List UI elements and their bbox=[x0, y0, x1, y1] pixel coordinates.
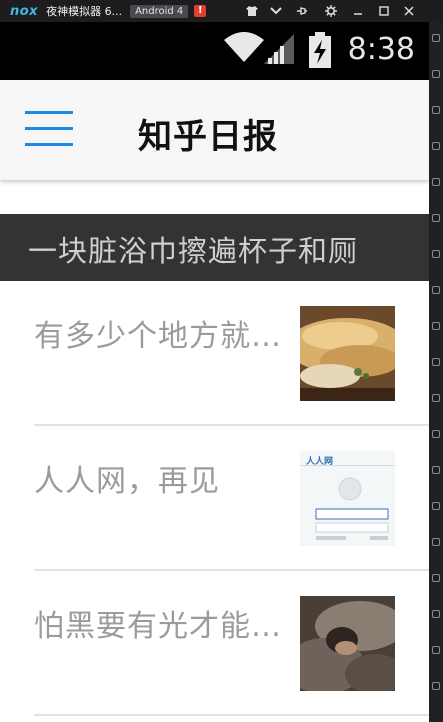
close-icon[interactable] bbox=[398, 0, 420, 22]
side-tool-icon[interactable] bbox=[432, 214, 440, 222]
story-item[interactable]: 有多少个地方就… bbox=[0, 281, 429, 426]
minimize-icon[interactable] bbox=[347, 0, 369, 22]
side-tool-icon[interactable] bbox=[432, 466, 440, 474]
hamburger-menu-icon[interactable] bbox=[25, 111, 75, 149]
side-tool-icon[interactable] bbox=[432, 358, 440, 366]
side-tool-icon[interactable] bbox=[432, 34, 440, 42]
story-thumbnail-renren: 人人网 bbox=[300, 451, 395, 546]
story-title: 人人网，再见 bbox=[34, 464, 220, 499]
side-tool-icon[interactable] bbox=[432, 502, 440, 510]
nox-logo: nox bbox=[10, 3, 39, 19]
android-version-badge: Android 4 bbox=[130, 4, 189, 18]
side-tool-icon[interactable] bbox=[432, 106, 440, 114]
phone-screen: 8:38 知乎日报 一块脏浴巾擦遍杯子和厕 有多少个地方就… 人人网，再见 人人… bbox=[0, 22, 429, 722]
android-status-bar: 8:38 bbox=[0, 22, 429, 80]
battery-charging-icon bbox=[308, 32, 332, 72]
side-tool-icon[interactable] bbox=[432, 574, 440, 582]
side-tool-icon[interactable] bbox=[432, 610, 440, 618]
pin-icon[interactable] bbox=[291, 0, 313, 22]
side-tool-icon[interactable] bbox=[432, 682, 440, 690]
emulator-side-toolbar bbox=[429, 22, 443, 722]
menu-line bbox=[25, 111, 73, 114]
side-tool-icon[interactable] bbox=[432, 646, 440, 654]
menu-line bbox=[25, 143, 73, 146]
shirt-icon[interactable] bbox=[241, 0, 263, 22]
side-tool-icon[interactable] bbox=[432, 70, 440, 78]
list-divider bbox=[34, 714, 429, 716]
story-title: 怕黑要有光才能… bbox=[34, 609, 282, 644]
maximize-icon[interactable] bbox=[373, 0, 395, 22]
cell-signal-icon bbox=[262, 32, 296, 70]
story-item[interactable]: 人人网，再见 人人网 bbox=[0, 426, 429, 571]
side-tool-icon[interactable] bbox=[432, 430, 440, 438]
emulator-title-bar: nox 夜神模拟器 6... Android 4 ! bbox=[0, 0, 443, 22]
side-tool-icon[interactable] bbox=[432, 178, 440, 186]
emulator-title: 夜神模拟器 6... bbox=[46, 5, 123, 18]
story-thumbnail-food bbox=[300, 306, 395, 401]
story-title: 有多少个地方就… bbox=[34, 319, 282, 354]
app-bar: 知乎日报 bbox=[0, 80, 429, 180]
alert-icon[interactable]: ! bbox=[194, 5, 207, 17]
story-item[interactable]: 怕黑要有光才能… bbox=[0, 571, 429, 716]
side-tool-icon[interactable] bbox=[432, 538, 440, 546]
chevron-down-icon[interactable] bbox=[265, 0, 287, 22]
wifi-icon bbox=[222, 30, 266, 68]
side-tool-icon[interactable] bbox=[432, 250, 440, 258]
side-tool-icon[interactable] bbox=[432, 394, 440, 402]
side-tool-icon[interactable] bbox=[432, 322, 440, 330]
top-story-banner[interactable]: 一块脏浴巾擦遍杯子和厕 bbox=[0, 214, 429, 281]
story-thumbnail-sleeper bbox=[300, 596, 395, 691]
side-tool-icon[interactable] bbox=[432, 286, 440, 294]
settings-gear-icon[interactable] bbox=[320, 0, 342, 22]
status-clock: 8:38 bbox=[347, 32, 415, 67]
app-title: 知乎日报 bbox=[138, 117, 278, 157]
menu-line bbox=[25, 127, 73, 130]
side-tool-icon[interactable] bbox=[432, 142, 440, 150]
banner-title: 一块脏浴巾擦遍杯子和厕 bbox=[28, 234, 359, 268]
